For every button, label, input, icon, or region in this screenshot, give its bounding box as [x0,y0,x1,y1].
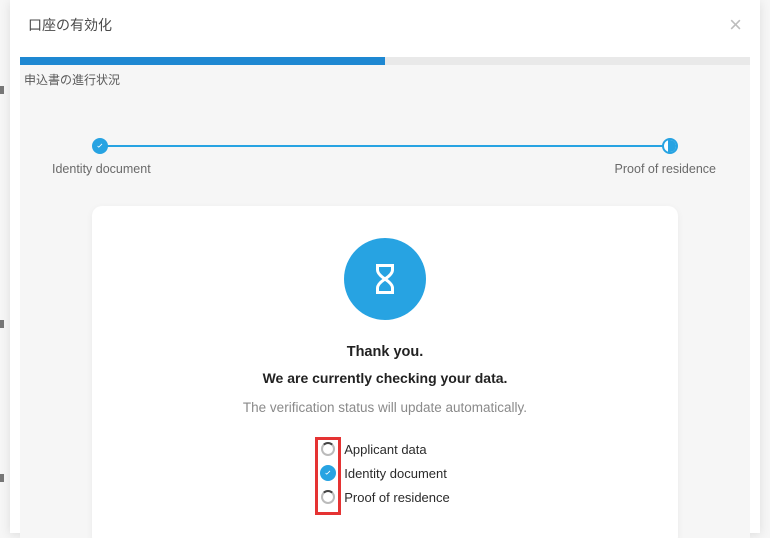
activation-modal: 口座の有効化 × 申込書の進行状況 Identity document Proo… [10,0,760,533]
modal-body: 申込書の進行状況 Identity document Proof of resi… [20,57,750,538]
modal-title: 口座の有効化 [28,15,112,35]
spinner-icon [320,441,336,457]
list-item-label: Applicant data [344,442,426,457]
stepper: Identity document Proof of residence [92,138,678,188]
progress-bar [20,57,750,65]
list-item: Identity document [320,461,450,485]
step-label-identity: Identity document [52,162,151,176]
verification-checklist: Applicant data Identity document Proof o… [320,437,450,509]
step-label-residence: Proof of residence [615,162,716,176]
check-circle-icon [320,465,336,481]
edge-mark [0,86,4,94]
edge-mark [0,320,4,328]
step-node-residence [662,138,678,154]
close-icon[interactable]: × [729,14,742,36]
list-item-label: Identity document [344,466,447,481]
stepper-line [104,145,666,147]
checking-text: We are currently checking your data. [112,370,658,386]
thank-you-text: Thank you. [112,344,658,360]
status-card: Thank you. We are currently checking you… [92,206,678,538]
list-item-label: Proof of residence [344,490,450,505]
progress-bar-fill [20,57,385,65]
spinner-icon [320,489,336,505]
hourglass-icon [367,261,403,297]
hourglass-badge [344,238,426,320]
check-icon [95,141,105,151]
list-item: Applicant data [320,437,450,461]
step-node-identity [92,138,108,154]
list-item: Proof of residence [320,485,450,509]
edge-mark [0,474,4,482]
progress-subtitle: 申込書の進行状況 [20,65,750,90]
modal-header: 口座の有効化 × [10,0,760,51]
auto-update-text: The verification status will update auto… [112,400,658,415]
